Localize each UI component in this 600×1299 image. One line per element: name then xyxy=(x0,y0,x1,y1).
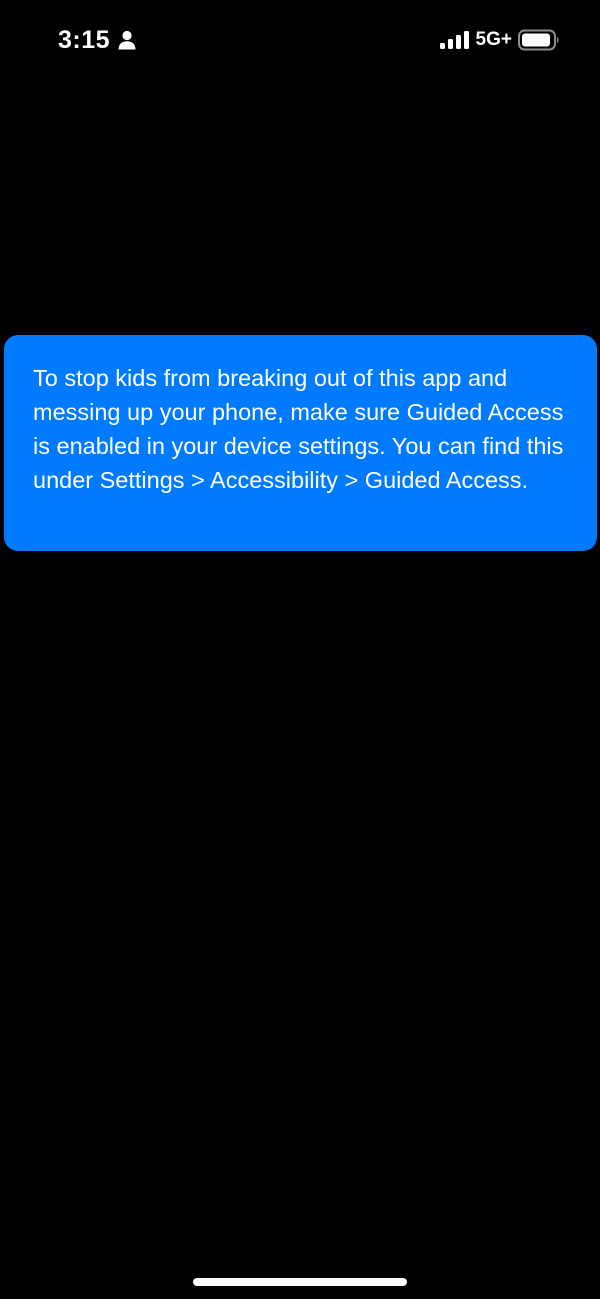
network-label: 5G+ xyxy=(475,29,512,50)
status-bar: 3:15 5G+ xyxy=(0,0,600,80)
home-indicator[interactable] xyxy=(193,1278,407,1286)
cellular-signal-icon xyxy=(439,30,470,50)
right-status-group: 5G+ xyxy=(439,28,560,52)
guided-access-banner: To stop kids from breaking out of this a… xyxy=(4,335,597,551)
status-time: 3:15 xyxy=(58,26,111,54)
person-icon xyxy=(118,30,136,50)
battery-icon xyxy=(518,29,560,51)
screen: 3:15 5G+ To stop kids from breaking out … xyxy=(0,0,600,1299)
time-group: 3:15 xyxy=(58,24,136,56)
banner-message: To stop kids from breaking out of this a… xyxy=(33,365,564,493)
